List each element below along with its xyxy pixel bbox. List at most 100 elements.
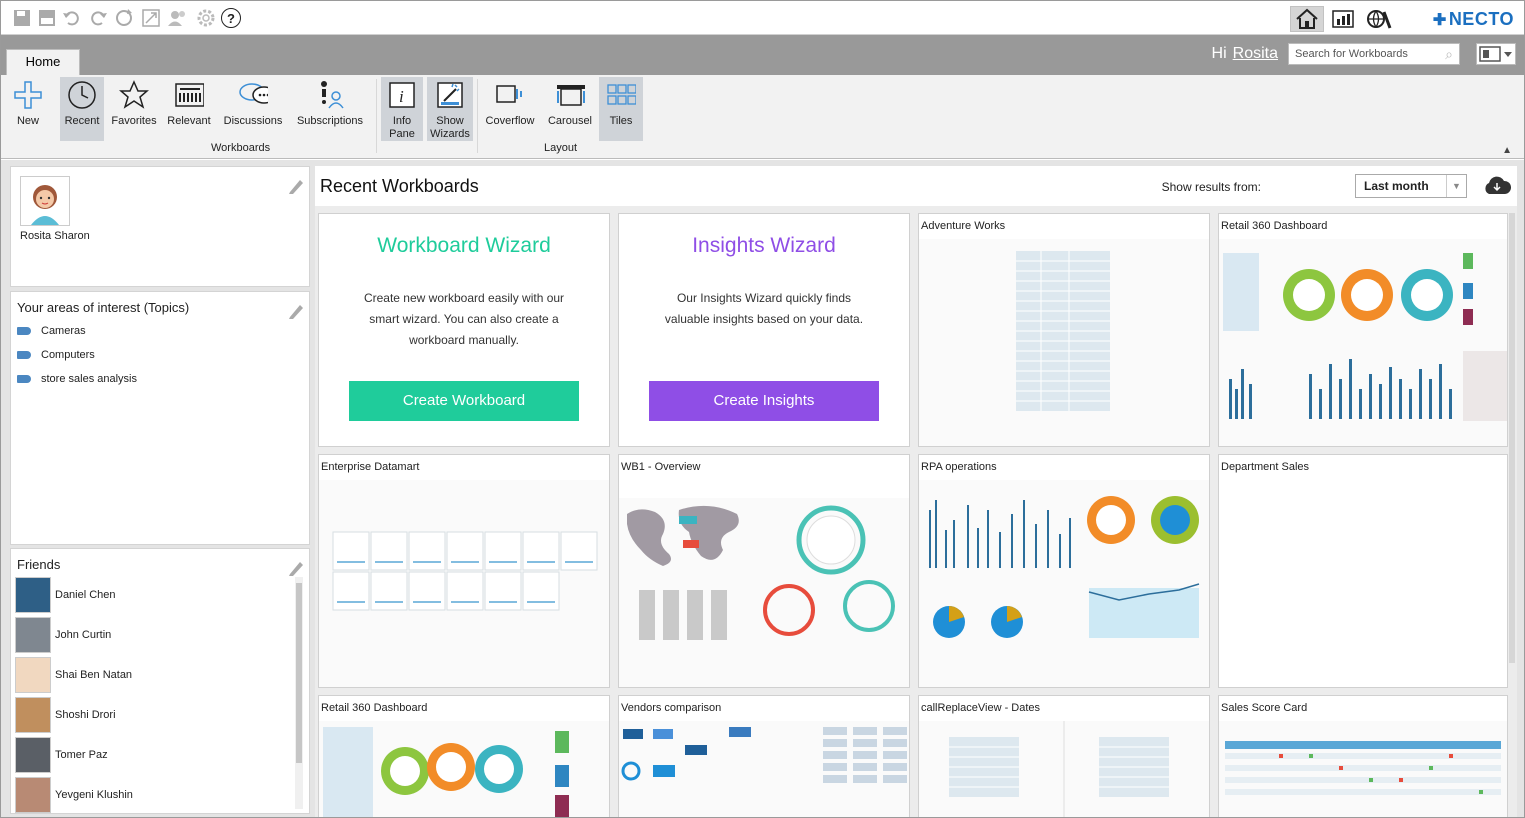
scrollbar-thumb[interactable] — [296, 583, 302, 763]
avatar[interactable] — [20, 176, 70, 226]
workboard-thumbnail — [319, 480, 609, 687]
tag-icon — [17, 351, 31, 359]
topic-item[interactable]: store sales analysis — [17, 373, 137, 385]
edit-topics-icon[interactable] — [287, 302, 305, 320]
tiles-button[interactable]: Tiles — [599, 77, 643, 141]
tile-title: Enterprise Datamart — [321, 461, 420, 473]
workboard-wizard-card: Workboard Wizard Create new workboard ea… — [318, 213, 610, 447]
avatar — [15, 617, 51, 653]
main-area: Rosita Sharon Your areas of interest (To… — [1, 160, 1524, 817]
insights-wizard-text: Our Insights Wizard quickly finds valuab… — [664, 291, 864, 326]
admin-tools-icon[interactable] — [1362, 6, 1396, 32]
settings-icon[interactable] — [195, 7, 217, 29]
info-pane-button[interactable]: i Info Pane — [381, 77, 423, 141]
workboards-group-label: Workboards — [211, 142, 271, 154]
content-header: Recent Workboards Show results from: Las… — [315, 166, 1517, 206]
workboard-tile[interactable]: Enterprise Datamart — [318, 454, 610, 688]
tile-title: RPA operations — [921, 461, 997, 473]
newspaper-icon — [174, 79, 204, 111]
carousel-button[interactable]: Carousel — [544, 77, 596, 141]
clock-icon — [67, 79, 97, 111]
edit-friends-icon[interactable] — [287, 559, 305, 577]
tile-title: Retail 360 Dashboard — [1221, 220, 1328, 232]
workboard-tile[interactable]: Adventure Works — [918, 213, 1210, 447]
save-as-icon[interactable] — [36, 7, 58, 29]
show-results-label: Show results from: — [1161, 180, 1261, 194]
tab-home[interactable]: Home — [6, 49, 80, 75]
friend-item[interactable]: Shoshi Drori — [15, 697, 116, 733]
save-icon[interactable] — [11, 7, 33, 29]
page-title: Recent Workboards — [320, 176, 479, 196]
favorites-button[interactable]: Favorites — [108, 77, 160, 141]
workboard-wizard-title: Workboard Wizard — [377, 234, 551, 257]
relevant-button[interactable]: Relevant — [165, 77, 213, 141]
reports-icon[interactable] — [1326, 6, 1360, 32]
layout-group-label: Layout — [544, 142, 578, 154]
friends-scrollbar[interactable] — [295, 577, 303, 809]
chevron-down-icon: ▼ — [1446, 175, 1466, 197]
necto-logo: ✚ NECTO — [1432, 9, 1514, 29]
content-scrollbar[interactable] — [1509, 213, 1515, 663]
profile-panel: Rosita Sharon — [10, 166, 310, 287]
users-icon[interactable] — [167, 7, 189, 29]
friend-item[interactable]: John Curtin — [15, 617, 111, 653]
coverflow-button[interactable]: Coverflow — [482, 77, 538, 141]
recent-button[interactable]: Recent — [60, 77, 104, 141]
workboard-thumbnail — [919, 480, 1209, 687]
new-button[interactable]: New — [7, 77, 49, 141]
plus-icon — [13, 79, 43, 111]
workboard-tile[interactable]: WB1 - Overview — [618, 454, 910, 688]
tile-title: Sales Score Card — [1221, 702, 1308, 714]
friend-item[interactable]: Tomer Paz — [15, 737, 108, 773]
avatar — [15, 697, 51, 733]
topic-item[interactable]: Computers — [17, 349, 95, 361]
refresh-icon[interactable] — [113, 7, 135, 29]
redo-icon[interactable] — [87, 7, 109, 29]
quick-access-toolbar: ? ✚ NECTO — [1, 1, 1524, 35]
help-icon[interactable]: ? — [221, 8, 241, 28]
create-workboard-button[interactable]: Create Workboard — [349, 381, 579, 421]
tag-icon — [17, 327, 31, 335]
edit-profile-icon[interactable] — [287, 177, 305, 195]
cloud-icon[interactable] — [1483, 174, 1512, 198]
wizard-icon — [435, 79, 465, 111]
create-insights-button[interactable]: Create Insights — [649, 381, 879, 421]
topics-title: Your areas of interest (Topics) — [17, 300, 190, 315]
tile-title: WB1 - Overview — [621, 461, 701, 473]
collapse-ribbon-icon[interactable]: ▲ — [1502, 145, 1512, 156]
topic-item[interactable]: Cameras — [17, 325, 86, 337]
period-select[interactable]: Last month ▼ — [1355, 174, 1467, 198]
workboard-thumbnail — [619, 721, 909, 817]
show-wizards-button[interactable]: Show Wizards — [427, 77, 473, 141]
undo-icon[interactable] — [61, 7, 83, 29]
workboard-thumbnail — [1219, 480, 1507, 687]
topics-panel: Your areas of interest (Topics) Cameras … — [10, 291, 310, 545]
workboard-tile[interactable]: Department Sales — [1218, 454, 1508, 688]
subscriptions-button[interactable]: Subscriptions — [294, 77, 366, 141]
tiles-icon — [606, 79, 636, 111]
avatar — [15, 737, 51, 773]
workboard-thumbnail — [319, 721, 609, 817]
fullscreen-icon[interactable] — [140, 7, 162, 29]
friend-item[interactable]: Shai Ben Natan — [15, 657, 132, 693]
discussions-button[interactable]: Discussions — [220, 77, 286, 141]
tile-title: Vendors comparison — [621, 702, 722, 714]
greeting: Hi Rosita — [1211, 45, 1278, 62]
tag-icon — [17, 375, 31, 383]
workboard-tile[interactable]: RPA operations — [918, 454, 1210, 688]
workboard-tile[interactable]: Retail 360 Dashboard — [318, 695, 610, 817]
star-icon — [119, 79, 149, 111]
friend-item[interactable]: Daniel Chen — [15, 577, 116, 613]
workboard-thumbnail — [1219, 721, 1507, 817]
workboard-tile[interactable]: Vendors comparison — [618, 695, 910, 817]
friend-item[interactable]: Yevgeni Klushin — [15, 777, 133, 813]
search-input[interactable]: Search for Workboards ⌕ — [1288, 43, 1460, 65]
workboard-tile[interactable]: callReplaceView - Dates — [918, 695, 1210, 817]
search-icon[interactable]: ⌕ — [1445, 46, 1453, 63]
workboard-tile[interactable]: Sales Score Card — [1218, 695, 1508, 817]
tile-title: Department Sales — [1221, 461, 1310, 473]
view-selector[interactable] — [1476, 43, 1516, 65]
home-icon[interactable] — [1290, 6, 1324, 32]
workboard-tile[interactable]: Retail 360 Dashboard — [1218, 213, 1508, 447]
user-link[interactable]: Rosita — [1233, 45, 1278, 62]
